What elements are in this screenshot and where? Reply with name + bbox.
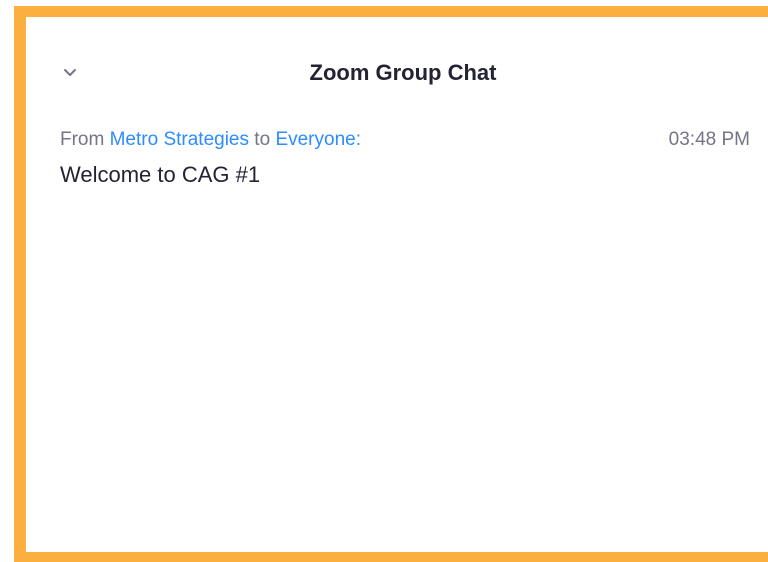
chat-title: Zoom Group Chat	[309, 60, 497, 85]
sender-link[interactable]: Metro Strategies	[110, 129, 249, 150]
recipient-colon: :	[355, 129, 361, 150]
highlight-border-left	[14, 6, 26, 562]
message-text: Welcome to CAG #1	[60, 162, 261, 187]
highlight-border-bottom	[14, 552, 768, 562]
from-label: From	[60, 129, 105, 150]
recipient-name[interactable]: Everyone	[275, 129, 355, 150]
chat-window: Zoom Group Chat From Metro Strategies to…	[0, 0, 768, 562]
to-label: to	[254, 129, 271, 150]
highlight-border-top	[14, 6, 768, 17]
message-timestamp: 03:48 PM	[668, 129, 750, 150]
message-header: From Metro Strategies to Everyone: 03:48…	[60, 127, 750, 153]
chat-panel: Zoom Group Chat From Metro Strategies to…	[26, 17, 768, 552]
recipient-link[interactable]: Everyone:	[275, 129, 361, 150]
